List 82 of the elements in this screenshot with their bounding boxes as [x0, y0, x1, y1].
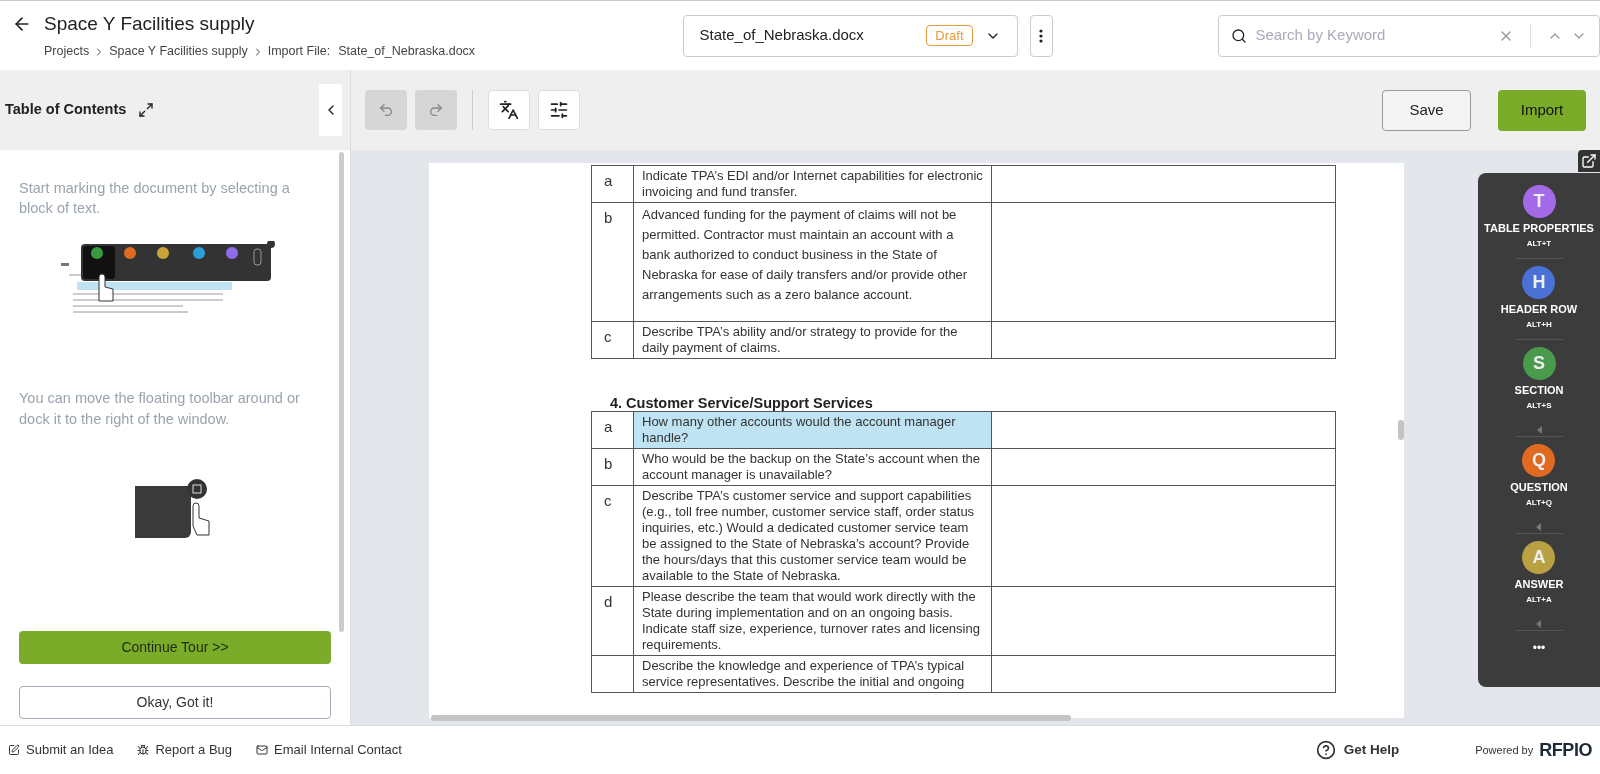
question-cell: Who would be the backup on the State’s account when the account manager is unavailable?: [634, 449, 992, 485]
item-label: QUESTION: [1510, 481, 1568, 494]
scrollbar-thumb[interactable]: [431, 715, 1071, 721]
caret-icon[interactable]: [1536, 620, 1542, 628]
external-link-icon: [1581, 153, 1597, 169]
idea-icon: [8, 744, 20, 756]
tip-text: Start marking the document by selecting a block of text.: [19, 179, 291, 218]
item-avatar: Q: [1522, 444, 1556, 477]
row-label: b: [604, 209, 613, 226]
brand-logo: RFPIO: [1539, 738, 1592, 762]
dock-item[interactable]: T TABLE PROPERTIES ALT+T: [1484, 185, 1594, 250]
caret-icon[interactable]: [1536, 426, 1542, 434]
item-avatar: H: [1522, 266, 1556, 299]
translate-icon: [499, 100, 519, 120]
footer-link[interactable]: Submit an Idea: [8, 740, 114, 760]
undo-icon: [378, 102, 394, 118]
scrollbar-thumb[interactable]: [1398, 420, 1404, 440]
search-field[interactable]: Search by Keyword: [1218, 14, 1600, 57]
expand-icon[interactable]: [138, 102, 155, 118]
question-cell: Please describe the team that would work directly with the State during implementation and on an ongoing basis. Indicate staff size, experience, turnover rates and licensing requirements.: [634, 587, 992, 655]
row-label: a: [604, 418, 613, 435]
item-shortcut: ALT+T: [1526, 238, 1552, 250]
file-select[interactable]: State_of_Nebraska.docx Draft: [682, 14, 1018, 57]
dismiss-button[interactable]: Okay, Got it!: [19, 686, 331, 719]
more-tools-button[interactable]: •••: [1532, 639, 1546, 657]
collapse-button[interactable]: [319, 84, 342, 136]
item-label: HEADER ROW: [1500, 303, 1578, 316]
dock-item[interactable]: H HEADER ROW ALT+H: [1500, 266, 1578, 331]
item-avatar: A: [1522, 541, 1556, 574]
help-button[interactable]: Get Help: [1315, 739, 1400, 761]
breadcrumb-file: State_of_Nebraska.docx: [338, 43, 476, 61]
row-label: d: [604, 593, 613, 610]
bug-icon: [137, 744, 150, 756]
question-cell: Indicate TPA’s EDI and/or Internet capabilities for electronic invoicing and fund transfer.: [634, 166, 992, 202]
settings-button[interactable]: [538, 90, 580, 130]
help-icon: [1315, 740, 1336, 760]
more-button[interactable]: [1029, 14, 1054, 57]
popout-button[interactable]: [1578, 150, 1600, 172]
item-label: SECTION: [1514, 384, 1564, 397]
item-shortcut: ALT+S: [1526, 400, 1552, 412]
file-name: State_of_Nebraska.docx: [699, 25, 865, 46]
status-badge: Draft: [926, 24, 973, 47]
save-button[interactable]: Save: [1382, 89, 1471, 131]
item-shortcut: ALT+Q: [1526, 497, 1552, 509]
breadcrumb-link[interactable]: Space Y Facilities supply: [109, 42, 248, 62]
breadcrumb-link[interactable]: Projects: [44, 42, 90, 62]
question-cell: How many other accounts would the account manager handle?: [634, 412, 992, 448]
question-cell: Describe TPA’s customer service and support capabilities (e.g., toll free number, customer service staff, order status inquiries, etc.) Would a dedicated customer service team be assigned to the State of Nebraska’s account? Provide the hours/days that this customer service team would be available to the State of Nebraska.: [634, 486, 992, 586]
row-label: c: [604, 492, 612, 509]
search-icon: [1231, 27, 1248, 44]
item-avatar: S: [1522, 347, 1556, 380]
item-shortcut: ALT+H: [1526, 319, 1552, 331]
item-avatar: T: [1522, 185, 1556, 218]
translate-button[interactable]: [488, 90, 530, 130]
powered-by-label: Powered by: [1475, 742, 1534, 758]
item-shortcut: ALT+A: [1526, 594, 1552, 606]
row-label: c: [604, 328, 612, 345]
search-input[interactable]: Search by Keyword: [1255, 24, 1490, 47]
question-cell: Advanced funding for the payment of claims will not be permitted. Contractor must maintain an account with a bank authorized to conduct business in the State of Nebraska for ease of daily transfers and/or provide other arrangements such as a zero balance account.: [634, 203, 992, 321]
item-label: TABLE PROPERTIES: [1484, 222, 1594, 235]
mail-icon: [256, 744, 269, 756]
kebab-icon: [1039, 28, 1044, 43]
caret-icon[interactable]: [1536, 523, 1542, 531]
dock-item[interactable]: S SECTION ALT+S: [1514, 347, 1564, 412]
footer-link[interactable]: Report a Bug: [137, 740, 233, 760]
redo-icon: [428, 102, 444, 118]
row-label: a: [604, 172, 613, 189]
dock-item[interactable]: A ANSWER ALT+A: [1514, 541, 1564, 606]
page-title: Space Y Facilities supply: [44, 11, 256, 36]
dock-item[interactable]: Q QUESTION ALT+Q: [1510, 444, 1568, 509]
row-label: b: [604, 455, 613, 472]
panel-title: Table of Contents: [5, 100, 127, 120]
question-cell: Describe TPA’s ability and/or strategy to provide for the daily payment of claims.: [634, 322, 992, 358]
sliders-icon: [549, 100, 569, 120]
continue-tour-button[interactable]: Continue Tour >>: [19, 631, 331, 664]
question-cell: Describe the knowledge and experience of TPA’s typical service representatives. Describe the initial and ongoing: [634, 656, 992, 692]
section-heading: 4. Customer Service/Support Services: [610, 395, 874, 411]
tip-text: You can move the floating toolbar around or dock it to the right of the window.: [19, 389, 301, 429]
scrollbar-thumb[interactable]: [339, 152, 344, 632]
item-label: ANSWER: [1514, 578, 1564, 591]
import-button[interactable]: Import: [1498, 89, 1586, 131]
footer-link[interactable]: Email Internal Contact: [256, 740, 402, 760]
